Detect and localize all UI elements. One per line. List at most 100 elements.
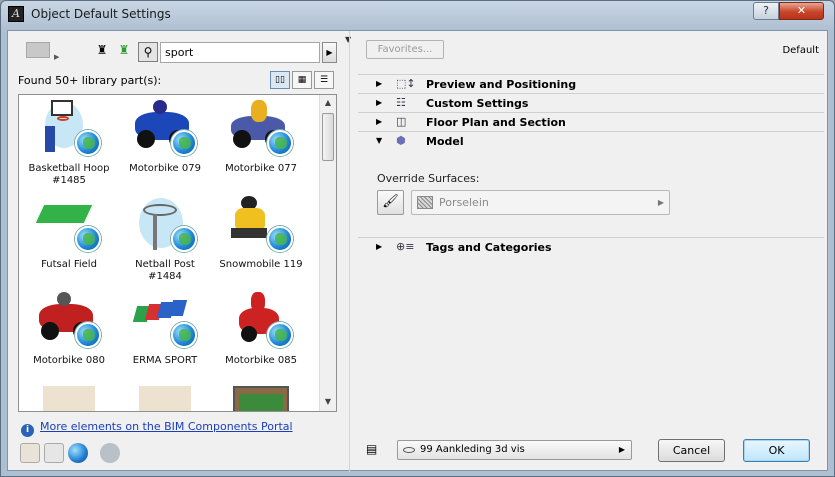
scroll-down-icon[interactable]: ▼: [320, 394, 336, 410]
futsal-field-icon: [34, 194, 101, 252]
folder-dropdown-icon[interactable]: ▶: [54, 53, 59, 61]
motorbike-red-rider-icon: [229, 290, 293, 348]
bim-portal-link[interactable]: More elements on the BIM Components Port…: [40, 420, 293, 433]
close-button[interactable]: ✕: [779, 2, 824, 20]
panel-label: Preview and Positioning: [426, 78, 577, 91]
panel-label: Custom Settings: [426, 97, 529, 110]
library-browser: ▶ ♜ ♜ ⚲ ▶ Found 50+ library part(s): ▯▯ …: [8, 31, 346, 472]
globe-badge-icon: [267, 130, 293, 156]
library-item-label: ERMA SPORT: [132, 355, 198, 366]
motorbike-rider-icon: [229, 98, 293, 156]
motorbike-blue-icon: [133, 98, 197, 156]
library-item[interactable]: ERMA SPORT: [117, 288, 213, 384]
foosball-table-icon: [229, 386, 293, 411]
library-item[interactable]: [117, 384, 213, 411]
thumb-partial-icon: [133, 386, 197, 411]
library-item[interactable]: Motorbike 077: [213, 96, 309, 192]
triangle-right-icon[interactable]: ▶: [376, 117, 382, 126]
library-item-label: Futsal Field: [41, 259, 97, 270]
surface-value: Porselein: [439, 196, 489, 209]
scroll-up-icon[interactable]: ▲: [320, 95, 336, 111]
library-item[interactable]: [21, 384, 117, 411]
large-icon-view-button[interactable]: ▯▯: [270, 71, 290, 89]
library-item[interactable]: [213, 384, 309, 411]
panel-floor-plan[interactable]: ▶ ◫ Floor Plan and Section: [358, 112, 824, 131]
search-input[interactable]: [160, 42, 320, 63]
chevron-right-icon: ▶: [657, 198, 664, 207]
library-items-grid: Basketball Hoop #1485 Motorbike 079 Motorb…: [18, 94, 337, 412]
library-item-label: Motorbike 080: [33, 355, 105, 366]
add-library-part-icon[interactable]: [44, 443, 64, 463]
surface-swatch-icon: [417, 196, 433, 209]
window-title: Object Default Settings: [31, 7, 171, 21]
info-icon: i: [21, 424, 34, 437]
library-item[interactable]: Futsal Field: [21, 192, 117, 288]
globe-badge-icon: [267, 322, 293, 348]
green-chair-icon[interactable]: ♜: [116, 42, 132, 58]
panel-preview[interactable]: ▶ ⬚↕ Preview and Positioning: [358, 74, 824, 93]
panel-label: Floor Plan and Section: [426, 116, 566, 129]
search-go-button[interactable]: ▶: [322, 42, 337, 63]
globe-badge-icon: [171, 226, 197, 252]
library-item[interactable]: Netball Post #1484: [117, 192, 213, 288]
surface-material-select[interactable]: Porselein ▶: [411, 190, 670, 215]
snowmobile-icon: [229, 194, 293, 252]
scroll-thumb[interactable]: [322, 113, 334, 161]
triangle-down-icon[interactable]: ▼: [376, 136, 382, 145]
motorbike-red-icon: [37, 290, 101, 348]
library-item-label: Motorbike 085: [225, 355, 297, 366]
globe-badge-icon: [171, 322, 197, 348]
cancel-button[interactable]: Cancel: [658, 439, 725, 462]
panel-tags[interactable]: ▶ ⊕≡ Tags and Categories: [358, 237, 824, 256]
globe-badge-icon: [75, 130, 101, 156]
search-icon[interactable]: ⚲: [138, 42, 158, 62]
panel-divider: [349, 31, 350, 472]
title-bar[interactable]: A Object Default Settings ? ✕: [1, 1, 834, 29]
override-surfaces-label: Override Surfaces:: [377, 172, 480, 185]
panel-custom-settings[interactable]: ▶ ☷ Custom Settings: [358, 93, 824, 112]
grid-scrollbar[interactable]: ▲ ▼: [319, 95, 336, 411]
default-label: Default: [782, 45, 819, 56]
netball-post-icon: [133, 194, 197, 252]
library-item[interactable]: Motorbike 080: [21, 288, 117, 384]
panel-label: Model: [426, 135, 464, 148]
dialog-client-area: ▶ ♜ ♜ ⚲ ▶ Found 50+ library part(s): ▯▯ …: [7, 30, 828, 472]
favorites-button[interactable]: Favorites...: [366, 40, 444, 59]
model-cube-icon: ⬢: [396, 134, 406, 147]
layer-value: 99 Aankleding 3d vis: [420, 444, 525, 455]
custom-settings-icon: ☷: [396, 96, 406, 109]
chat-bubble-icon[interactable]: [100, 443, 120, 463]
list-view-button[interactable]: ☰: [314, 71, 334, 89]
load-library-icon[interactable]: [20, 443, 40, 463]
library-item[interactable]: Motorbike 079: [117, 96, 213, 192]
dialog-window: A Object Default Settings ? ✕ ▶ ♜ ♜ ⚲ ▶ …: [0, 0, 835, 477]
globe-icon[interactable]: [68, 443, 88, 463]
chair-icon[interactable]: ♜: [94, 42, 110, 58]
library-item[interactable]: Motorbike 085: [213, 288, 309, 384]
tags-icon: ⊕≡: [396, 240, 415, 253]
paint-brush-icon[interactable]: 🖌: [377, 190, 404, 215]
basketball-hoop-icon: [37, 98, 101, 156]
globe-badge-icon: [75, 226, 101, 252]
globe-badge-icon: [171, 130, 197, 156]
globe-badge-icon: [267, 226, 293, 252]
library-item-label: Motorbike 077: [225, 163, 297, 174]
library-item-label: Snowmobile 119: [219, 259, 303, 270]
chevron-right-icon: ▶: [618, 445, 625, 454]
portal-link-row: i More elements on the BIM Components Por…: [21, 420, 293, 437]
small-icon-view-button[interactable]: ▦: [292, 71, 312, 89]
layer-select[interactable]: 99 Aankleding 3d vis ▶: [397, 440, 632, 460]
triangle-right-icon[interactable]: ▶: [376, 242, 382, 251]
library-item[interactable]: Snowmobile 119: [213, 192, 309, 288]
panel-model-cube[interactable]: ▼ ⬢ Model: [358, 131, 824, 150]
triangle-right-icon[interactable]: ▶: [376, 79, 382, 88]
globe-badge-icon: [75, 322, 101, 348]
library-item-label: Netball Post #1484: [135, 259, 195, 282]
library-item[interactable]: Basketball Hoop #1485: [21, 96, 117, 192]
triangle-right-icon[interactable]: ▶: [376, 98, 382, 107]
help-button[interactable]: ?: [753, 2, 779, 20]
ok-button[interactable]: OK: [743, 439, 810, 462]
library-folder-button[interactable]: [26, 42, 50, 58]
preview-icon: ⬚↕: [396, 77, 416, 90]
archicad-app-icon: A: [8, 6, 24, 22]
